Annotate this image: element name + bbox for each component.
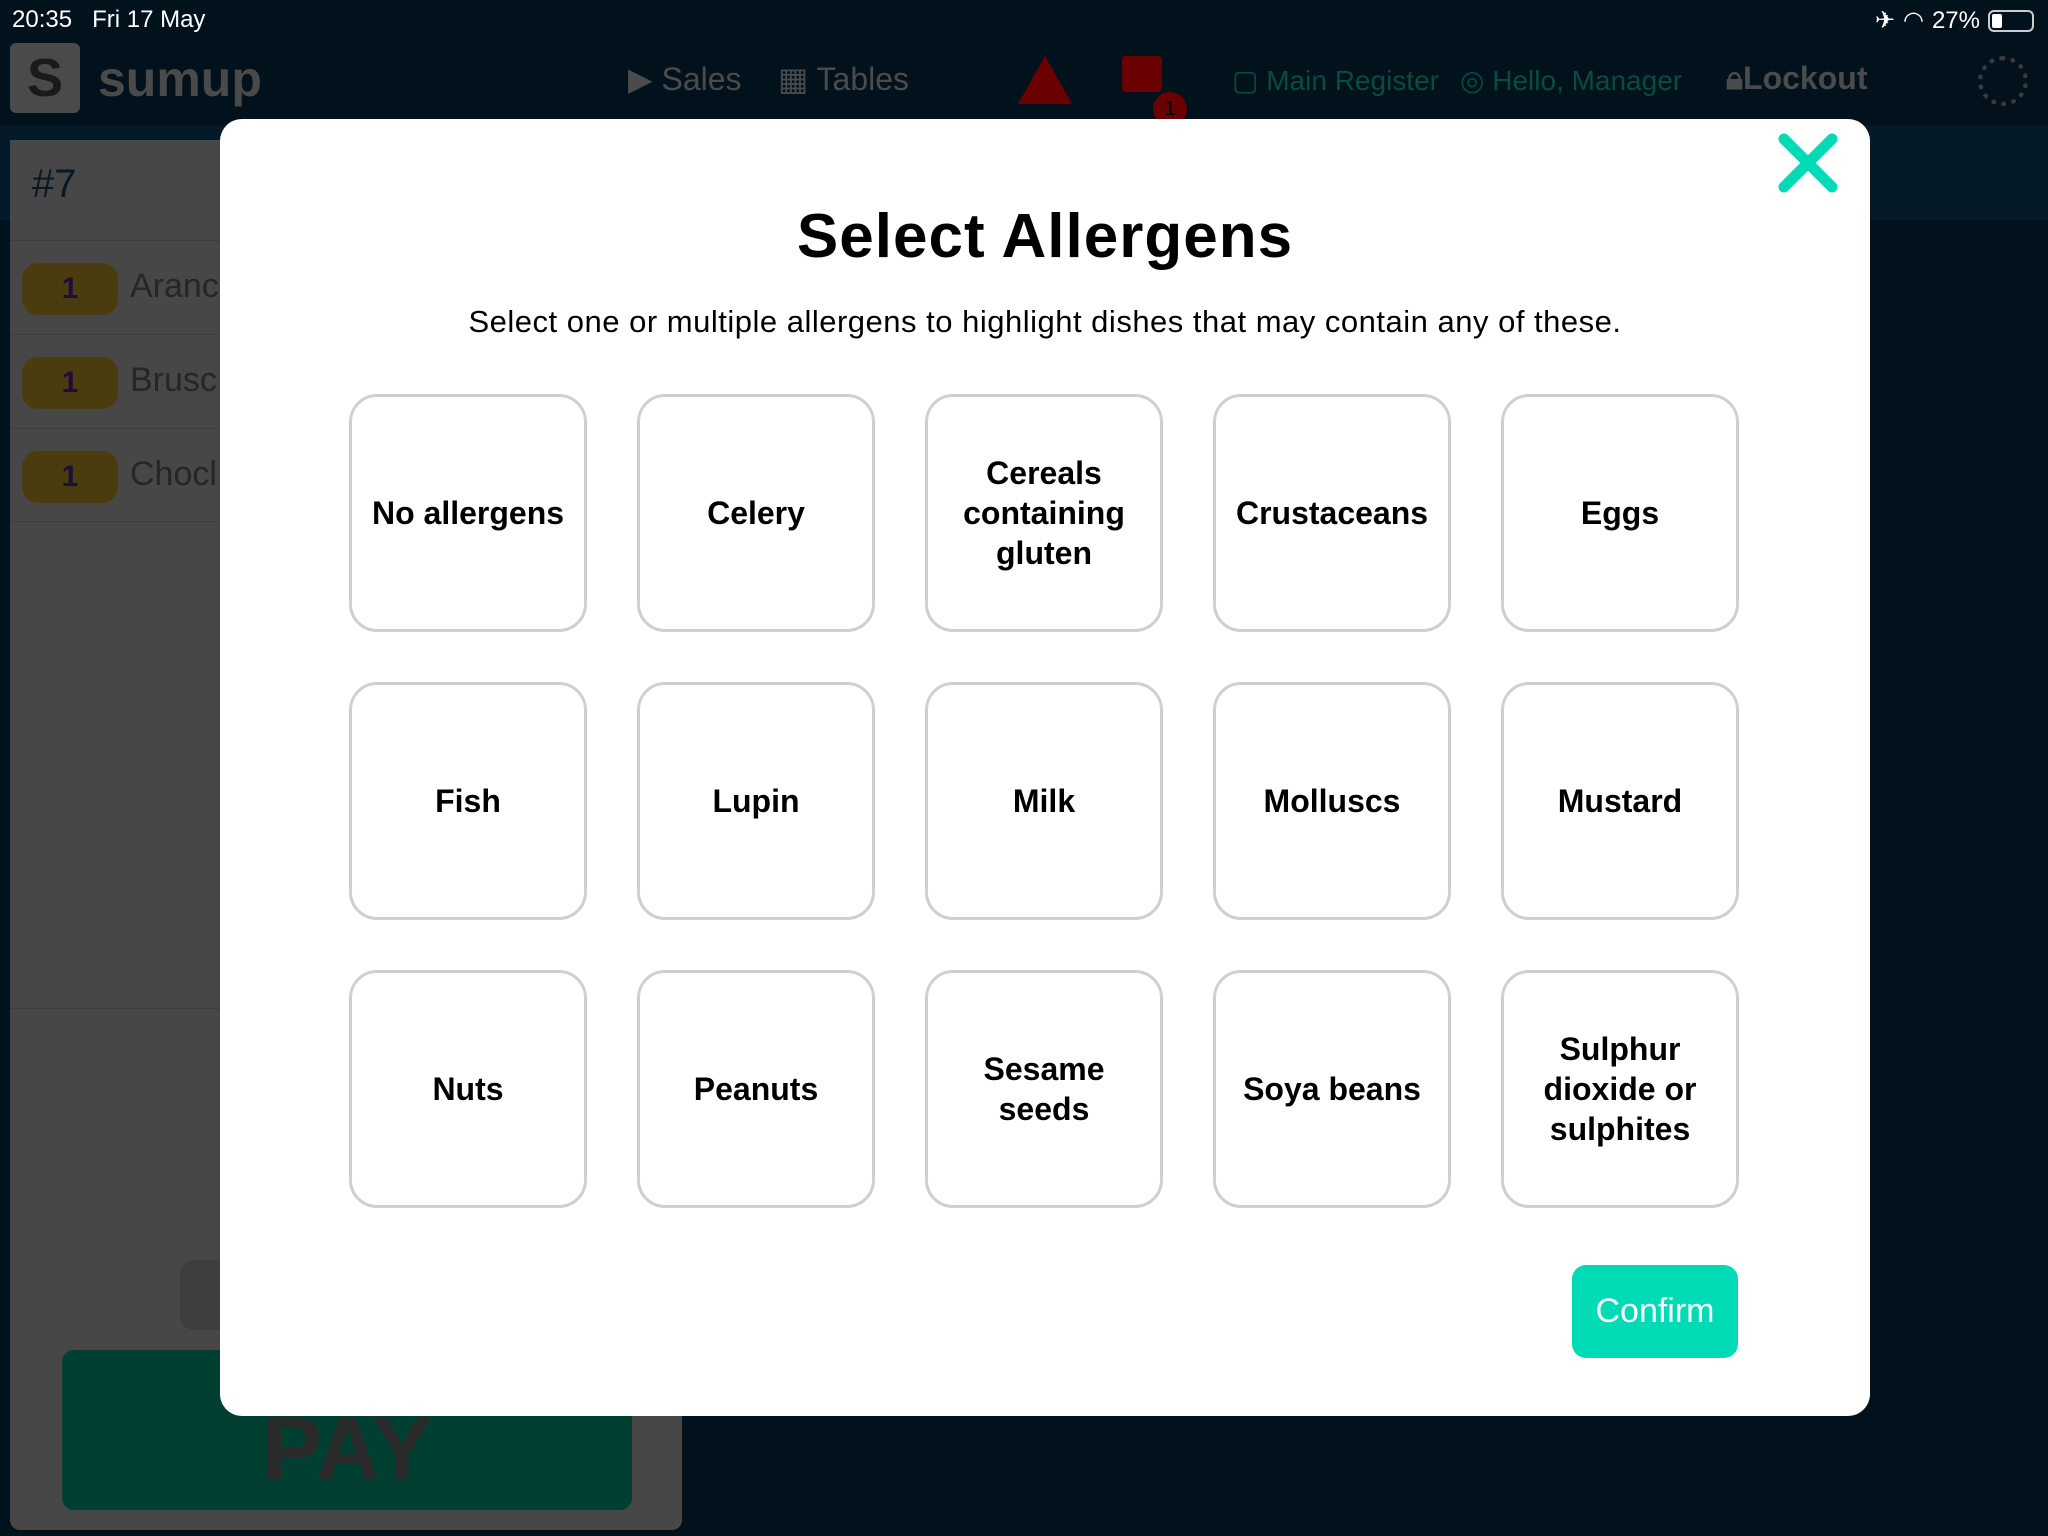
allergen-tile[interactable]: Sesame seeds <box>925 970 1163 1208</box>
allergen-tile[interactable]: Sulphur dioxide or sulphites <box>1501 970 1739 1208</box>
allergen-tile[interactable]: Molluscs <box>1213 682 1451 920</box>
status-bar: 20:35 Fri 17 May ✈ ◠ 27% <box>0 0 2048 40</box>
user-icon: ◎ <box>1460 65 1493 96</box>
allergen-tile[interactable]: Soya beans <box>1213 970 1451 1208</box>
play-icon: ▶ <box>628 61 662 97</box>
item-name: Brusc <box>130 361 217 399</box>
close-icon[interactable] <box>1778 133 1838 193</box>
nav-user[interactable]: ◎ Hello, Manager <box>1460 64 1682 97</box>
lock-icon: 🔒︎ <box>1726 60 1744 96</box>
qty-badge: 1 <box>22 357 118 409</box>
grid-icon: ▦ <box>778 61 817 97</box>
top-bar: S sumup ▶ Sales ▦ Tables 1 ▢ Main Regist… <box>0 40 2048 126</box>
modal-title: Select Allergens <box>796 202 1294 271</box>
clock: 20:35 <box>12 6 73 33</box>
allergen-grid: No allergens Celery Cereals containing glu… <box>349 394 1739 1208</box>
allergen-tile[interactable]: Cereals containing gluten <box>925 394 1163 632</box>
item-name: Aranc <box>130 267 219 305</box>
allergen-tile[interactable]: Peanuts <box>637 970 875 1208</box>
modal-subtitle: Select one or multiple allergens to high… <box>468 304 1622 339</box>
lockout-label: Lockout <box>1743 60 1868 96</box>
allergen-tile[interactable]: Lupin <box>637 682 875 920</box>
battery-percent: 27% <box>1931 6 1980 34</box>
nav-sales-label: Sales <box>661 61 742 97</box>
item-name: Chocl <box>130 455 217 493</box>
register-icon: ▢ <box>1232 65 1267 96</box>
allergen-tile[interactable]: Milk <box>925 682 1163 920</box>
allergen-tile[interactable]: Crustaceans <box>1213 394 1451 632</box>
warning-icon[interactable] <box>1018 56 1072 104</box>
sumup-logo-icon: S <box>10 43 80 113</box>
allergen-tile[interactable]: Mustard <box>1501 682 1739 920</box>
printer-icon[interactable] <box>1122 56 1162 92</box>
allergen-tile[interactable]: Fish <box>349 682 587 920</box>
lockout-button[interactable]: 🔒︎Lockout <box>1726 60 1867 98</box>
nav-tables[interactable]: ▦ Tables <box>778 60 909 98</box>
nav-user-label: Hello, Manager <box>1492 65 1683 96</box>
nav-register-label: Main Register <box>1266 65 1439 96</box>
qty-badge: 1 <box>22 451 118 503</box>
allergen-tile[interactable]: Nuts <box>349 970 587 1208</box>
nav-tables-label: Tables <box>816 61 910 97</box>
brand-name: sumup <box>98 51 262 107</box>
gear-icon[interactable] <box>1978 56 2028 106</box>
nav-sales[interactable]: ▶ Sales <box>628 60 742 98</box>
confirm-button[interactable]: Confirm <box>1572 1265 1738 1358</box>
order-number: #7 <box>32 162 77 206</box>
allergen-tile[interactable]: Eggs <box>1501 394 1739 632</box>
allergen-tile[interactable]: Celery <box>637 394 875 632</box>
nav-register[interactable]: ▢ Main Register <box>1232 64 1439 97</box>
battery-icon <box>1988 9 2034 32</box>
allergen-modal: Select Allergens Select one or multiple … <box>220 119 1870 1416</box>
wifi-icon: ◠ <box>1903 7 1924 34</box>
allergen-tile[interactable]: No allergens <box>349 394 587 632</box>
airplane-icon: ✈ <box>1874 7 1895 34</box>
date: Fri 17 May <box>92 6 206 33</box>
qty-badge: 1 <box>22 263 118 315</box>
